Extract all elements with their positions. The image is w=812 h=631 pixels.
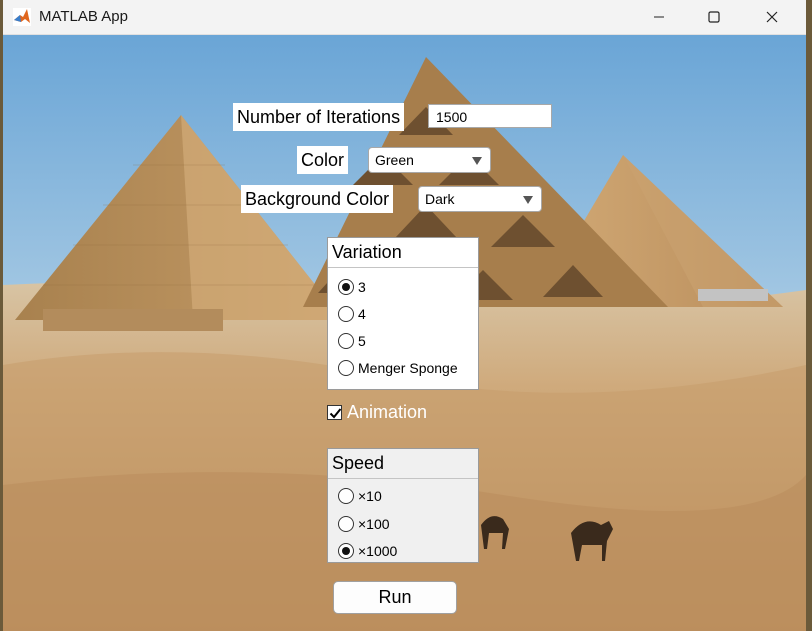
background-color-dropdown-value: Dark	[425, 191, 455, 207]
radio-label: ×1000	[358, 543, 398, 559]
radio-label: 3	[358, 279, 366, 295]
radio-label: ×10	[358, 488, 382, 504]
speed-group: Speed ×10 ×100 ×1000	[327, 448, 479, 563]
speed-option-x1000[interactable]: ×1000	[338, 540, 397, 562]
radio-button[interactable]	[338, 488, 354, 504]
radio-label: Menger Sponge	[358, 360, 458, 376]
radio-button[interactable]	[338, 360, 354, 376]
background-color-label: Background Color	[241, 185, 394, 213]
radio-button[interactable]	[338, 543, 354, 559]
iterations-input[interactable]: 1500	[428, 104, 552, 128]
variation-title: Variation	[328, 238, 478, 268]
animation-label: Animation	[347, 402, 428, 422]
radio-label: 5	[358, 333, 366, 349]
chevron-down-icon	[472, 157, 482, 165]
color-label: Color	[297, 146, 349, 174]
matlab-icon	[13, 8, 31, 26]
minimize-button[interactable]	[636, 0, 682, 34]
app-window: MATLAB App Number of Iterations 1500 Col…	[3, 0, 806, 631]
radio-label: ×100	[358, 516, 390, 532]
radio-button[interactable]	[338, 279, 354, 295]
maximize-button[interactable]	[691, 0, 737, 34]
minimize-icon	[654, 16, 664, 18]
speed-option-x100[interactable]: ×100	[338, 513, 390, 535]
color-dropdown[interactable]: Green	[368, 147, 491, 173]
chevron-down-icon	[523, 196, 533, 204]
animation-checkbox-row[interactable]: Animation	[327, 402, 427, 423]
close-icon	[766, 11, 778, 23]
iterations-label: Number of Iterations	[233, 103, 405, 131]
variation-option-4[interactable]: 4	[338, 303, 366, 325]
checkmark-icon	[329, 408, 342, 419]
animation-checkbox[interactable]	[327, 405, 342, 420]
variation-option-3[interactable]: 3	[338, 276, 366, 298]
radio-button[interactable]	[338, 516, 354, 532]
speed-title: Speed	[328, 449, 478, 479]
maximize-icon	[708, 11, 720, 23]
variation-option-5[interactable]: 5	[338, 330, 366, 352]
close-button[interactable]	[749, 0, 795, 34]
radio-button[interactable]	[338, 306, 354, 322]
variation-option-menger-sponge[interactable]: Menger Sponge	[338, 357, 458, 379]
radio-button[interactable]	[338, 333, 354, 349]
window-title: MATLAB App	[39, 8, 128, 25]
radio-label: 4	[358, 306, 366, 322]
variation-group: Variation 3 4 5 Menger Sponge	[327, 237, 479, 390]
run-button[interactable]: Run	[333, 581, 457, 614]
speed-option-x10[interactable]: ×10	[338, 485, 382, 507]
title-bar: MATLAB App	[3, 0, 806, 35]
background-color-dropdown[interactable]: Dark	[418, 186, 542, 212]
color-dropdown-value: Green	[375, 152, 414, 168]
